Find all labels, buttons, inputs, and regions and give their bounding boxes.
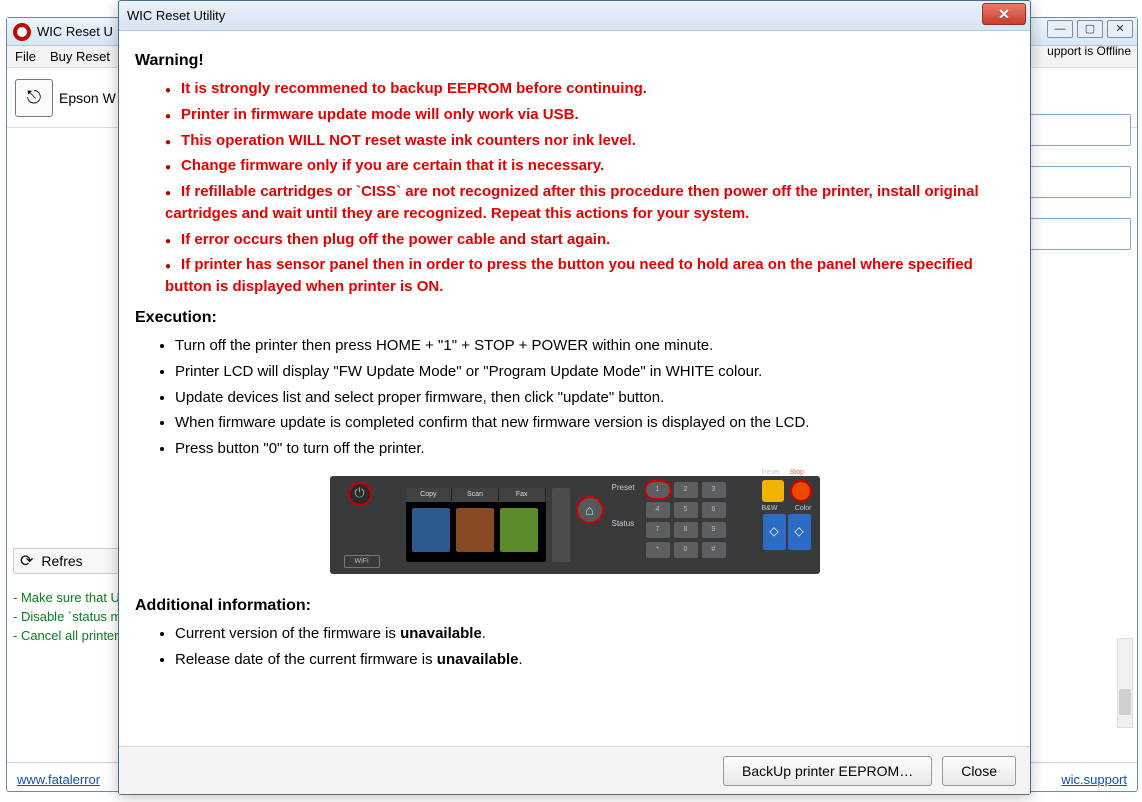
menu-buy-reset[interactable]: Buy Reset: [50, 49, 110, 64]
execution-list: Turn off the printer then press HOME + "…: [135, 335, 1014, 460]
addinfo-heading: Additional information:: [135, 594, 1014, 617]
panel-stop-label: Stop: [790, 468, 804, 478]
dialog-titlebar: WIC Reset Utility ✕: [119, 1, 1030, 31]
usb-icon: ⎋: [15, 79, 53, 117]
scrollbar[interactable]: [1117, 638, 1133, 728]
hint-1: - Make sure that U: [13, 590, 123, 605]
warning-item: If refillable cartridges or `CISS` are n…: [165, 181, 1014, 225]
panel-key-2: 2: [674, 482, 698, 498]
panel-key-8: 8: [674, 522, 698, 538]
panel-app-icon: [456, 508, 494, 552]
close-icon: ✕: [998, 6, 1010, 23]
support-status: upport is Offline: [1047, 44, 1131, 58]
exec-item: Press button "0" to turn off the printer…: [175, 438, 1014, 460]
warning-item: Printer in firmware update mode will onl…: [165, 104, 1014, 126]
warning-item: It is strongly recommened to backup EEPR…: [165, 78, 1014, 100]
exec-item: When firmware update is completed confir…: [175, 412, 1014, 434]
hint-3: - Cancel all printer: [13, 628, 123, 643]
close-button[interactable]: Close: [942, 756, 1016, 786]
exec-item: Printer LCD will display "FW Update Mode…: [175, 361, 1014, 383]
warning-item: Change firmware only if you are certain …: [165, 155, 1014, 177]
scrollbar-thumb[interactable]: [1119, 689, 1131, 715]
refresh-button[interactable]: ⟳ Refres: [13, 548, 123, 574]
panel-power-icon: ⏻: [348, 482, 372, 506]
panel-key-4: 4: [646, 502, 670, 518]
warning-item: This operation WILL NOT reset waste ink …: [165, 130, 1014, 152]
dialog-body: Warning! It is strongly recommened to ba…: [119, 31, 1030, 746]
panel-key-0: 0: [674, 542, 698, 558]
hint-2: - Disable `status m: [13, 609, 123, 624]
backup-eeprom-button[interactable]: BackUp printer EEPROM…: [723, 756, 932, 786]
panel-tab-scan: Scan: [452, 488, 499, 502]
panel-screen: Copy Scan Fax: [406, 488, 546, 562]
execution-heading: Execution:: [135, 306, 1014, 329]
panel-home-icon: ⌂: [576, 496, 604, 524]
main-title: WIC Reset U: [37, 24, 113, 39]
panel-nav-bar: [552, 488, 570, 562]
panel-key-3: 3: [702, 482, 726, 498]
panel-start-bw-icon: ◇: [763, 514, 786, 550]
panel-key-6: 6: [702, 502, 726, 518]
panel-key-1: 1: [646, 482, 670, 498]
left-panel-fragment: ⟳ Refres - Make sure that U - Disable `s…: [13, 548, 123, 647]
close-window-button[interactable]: ✕: [1107, 20, 1133, 38]
refresh-icon: ⟳: [20, 551, 33, 571]
exec-item: Update devices list and select proper fi…: [175, 387, 1014, 409]
panel-tab-fax: Fax: [499, 488, 546, 502]
warning-heading: Warning!: [135, 49, 1014, 72]
panel-app-icon: [412, 508, 450, 552]
panel-reset-icon: [762, 480, 784, 502]
panel-start-labels: B&WColor: [762, 504, 812, 514]
panel-wifi-icon: WiFi: [344, 555, 380, 568]
panel-tab-copy: Copy: [406, 488, 453, 502]
panel-start-buttons: ◇ ◇: [762, 514, 812, 550]
addinfo-list: Current version of the firmware is unava…: [135, 623, 1014, 671]
addinfo-item: Current version of the firmware is unava…: [175, 623, 1014, 645]
warning-item: If printer has sensor panel then in orde…: [165, 254, 1014, 298]
link-fatalerror[interactable]: www.fatalerror: [17, 772, 100, 787]
maximize-button[interactable]: ▢: [1077, 20, 1103, 38]
window-buttons: — ▢ ✕: [1047, 20, 1133, 38]
panel-reset-label: Reset: [762, 468, 780, 478]
dialog-title: WIC Reset Utility: [127, 8, 225, 23]
firmware-dialog: WIC Reset Utility ✕ Warning! It is stron…: [118, 0, 1031, 795]
warning-item: If error occurs then plug off the power …: [165, 229, 1014, 251]
panel-key-hash: #: [702, 542, 726, 558]
refresh-label: Refres: [41, 553, 82, 569]
panel-key-9: 9: [702, 522, 726, 538]
exec-item: Turn off the printer then press HOME + "…: [175, 335, 1014, 357]
printer-panel-illustration: ⏻ WiFi Copy Scan Fax ⌂ Preset Status 1 2: [330, 476, 820, 574]
minimize-button[interactable]: —: [1047, 20, 1073, 38]
dialog-close-button[interactable]: ✕: [982, 3, 1026, 25]
printer-name: Epson W: [59, 90, 116, 106]
panel-preset-label: Preset: [612, 482, 635, 494]
panel-start-color-icon: ◇: [788, 514, 811, 550]
panel-app-icon: [500, 508, 538, 552]
panel-key-star: *: [646, 542, 670, 558]
dialog-footer: BackUp printer EEPROM… Close: [119, 746, 1030, 794]
link-wic-support[interactable]: wic.support: [1061, 772, 1127, 787]
app-icon: [13, 23, 31, 41]
panel-key-7: 7: [646, 522, 670, 538]
menu-file[interactable]: File: [15, 49, 36, 64]
warning-list: It is strongly recommened to backup EEPR…: [135, 78, 1014, 298]
panel-key-5: 5: [674, 502, 698, 518]
panel-status-label: Status: [612, 518, 635, 530]
addinfo-item: Release date of the current firmware is …: [175, 649, 1014, 671]
panel-stop-icon: [790, 480, 812, 502]
